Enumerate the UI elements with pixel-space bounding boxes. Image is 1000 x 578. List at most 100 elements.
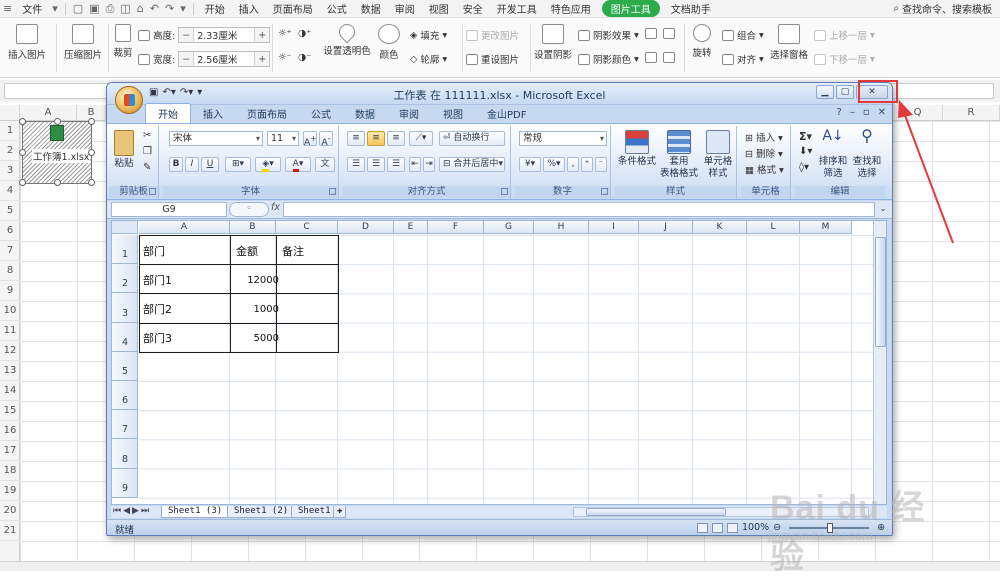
wps-row-header-18[interactable]: 18	[0, 461, 20, 481]
column-header-d[interactable]: D	[338, 221, 394, 234]
column-header-m[interactable]: M	[800, 221, 852, 234]
contrast-up-button[interactable]: ◑⁺	[298, 28, 311, 39]
decrease-decimal-button[interactable]: ⁻	[595, 157, 607, 172]
menu-page-layout[interactable]: 页面布局	[266, 1, 320, 16]
menu-review[interactable]: 审阅	[388, 1, 422, 16]
font-name-select[interactable]: 宋体	[169, 131, 263, 146]
sheet-tab-3[interactable]: Sheet1	[291, 506, 338, 518]
dialog-launcher-icon[interactable]	[329, 188, 336, 195]
brightness-down-button[interactable]: ☼⁻	[278, 52, 292, 63]
wps-row-header-3[interactable]: 3	[0, 161, 20, 181]
wps-row-header-19[interactable]: 19	[0, 481, 20, 501]
resize-handle[interactable]	[88, 149, 95, 156]
expand-formula-bar-icon[interactable]: ⌄	[877, 202, 889, 217]
resize-handle[interactable]	[54, 118, 61, 125]
clear-icon[interactable]: ◊▾	[799, 162, 809, 173]
excel-titlebar[interactable]: ▣ ↶▾ ↷▾ ▾ 工作表 在 111111.xlsx - Microsoft …	[107, 83, 892, 105]
workbook-close-icon[interactable]: ✕	[878, 107, 886, 118]
menu-picture-tools[interactable]: 图片工具	[601, 0, 660, 17]
column-header-b[interactable]: B	[230, 221, 276, 234]
outline-button[interactable]: ◇ 轮廓 ▾	[410, 52, 447, 67]
select-all-corner[interactable]	[112, 221, 138, 234]
format-as-table-button[interactable]: 套用 表格格式	[659, 130, 699, 180]
menu-data[interactable]: 数据	[354, 1, 388, 16]
wps-row-header-6[interactable]: 6	[0, 221, 20, 241]
cell-c1[interactable]: 备注	[282, 243, 304, 259]
name-box[interactable]: G9	[111, 202, 227, 217]
wps-row-header-12[interactable]: 12	[0, 341, 20, 361]
column-header-h[interactable]: H	[534, 221, 589, 234]
number-format-select[interactable]: 常规	[519, 131, 607, 146]
menu-special-apps[interactable]: 特色应用	[544, 1, 598, 16]
width-spinner[interactable]: − 2.56厘米 +	[178, 51, 271, 67]
align-right-button[interactable]: ☰	[387, 157, 405, 172]
align-center-button[interactable]: ☰	[367, 157, 385, 172]
currency-button[interactable]: ¥▾	[519, 157, 541, 172]
tab-insert[interactable]: 插入	[191, 104, 235, 123]
ribbon-restore-icon[interactable]: ▫	[863, 107, 870, 118]
wrap-text-button[interactable]: ⏎ 自动换行	[439, 131, 505, 146]
customize-icon[interactable]: ▾	[177, 2, 189, 15]
resize-handle[interactable]	[54, 179, 61, 186]
send-backward-button[interactable]: 下移一层 ▾	[814, 52, 875, 66]
tab-kingsoft-pdf[interactable]: 金山PDF	[475, 104, 538, 123]
conditional-format-button[interactable]: 条件格式	[617, 130, 657, 168]
menu-file[interactable]: 文件	[15, 1, 49, 16]
prev-sheet-icon[interactable]: ◀	[123, 506, 130, 516]
resize-handle[interactable]	[19, 118, 26, 125]
column-header-f[interactable]: F	[428, 221, 484, 234]
align-button[interactable]: 对齐 ▾	[722, 52, 764, 66]
menu-formula[interactable]: 公式	[320, 1, 354, 16]
compress-picture-button[interactable]: 压缩图片	[62, 24, 104, 61]
reset-size-icon[interactable]	[138, 53, 150, 65]
undo-icon[interactable]: ↶	[147, 2, 162, 15]
tab-formulas[interactable]: 公式	[299, 104, 343, 123]
row-header-2[interactable]: 2	[112, 264, 138, 294]
maximize-button[interactable]: ▢	[836, 85, 854, 99]
row-header-7[interactable]: 7	[112, 410, 138, 440]
italic-button[interactable]: I	[185, 157, 199, 172]
comma-style-button[interactable]: ,	[567, 157, 579, 172]
row-header-4[interactable]: 4	[112, 322, 138, 352]
height-spinner[interactable]: − 2.33厘米 +	[178, 27, 271, 43]
row-header-3[interactable]: 3	[112, 293, 138, 323]
vertical-scroll-thumb[interactable]	[875, 237, 886, 347]
cell-a3[interactable]: 部门2	[143, 301, 172, 317]
dialog-launcher-icon[interactable]	[501, 188, 508, 195]
selection-pane-button[interactable]: 选择窗格	[768, 24, 810, 61]
lock-ratio-icon[interactable]	[138, 29, 150, 41]
tab-review[interactable]: 审阅	[387, 104, 431, 123]
copy-icon[interactable]: ❐	[143, 146, 152, 157]
fill-down-icon[interactable]: ⬇▾	[799, 146, 812, 157]
sheet-tab-1[interactable]: Sheet1 (3)	[161, 506, 230, 518]
wps-column-a[interactable]: A	[20, 105, 77, 121]
wps-row-header-9[interactable]: 9	[0, 281, 20, 301]
bold-button[interactable]: B	[169, 157, 183, 172]
sheet-tab-2[interactable]: Sheet1 (2)	[227, 506, 296, 518]
font-size-select[interactable]: 11	[267, 131, 299, 146]
row-header-9[interactable]: 9	[112, 468, 138, 498]
increase-decimal-button[interactable]: ⁺	[581, 157, 593, 172]
phonetic-button[interactable]: 文	[315, 157, 335, 172]
row-header-8[interactable]: 8	[112, 439, 138, 469]
bring-forward-button[interactable]: 上移一层 ▾	[814, 28, 875, 42]
row-header-5[interactable]: 5	[112, 351, 138, 381]
embedded-workbook-object[interactable]: 工作簿1.xlsx	[19, 118, 95, 186]
menu-view[interactable]: 视图	[422, 1, 456, 16]
height-value[interactable]: 2.33厘米	[193, 28, 256, 42]
nudge-right-button[interactable]	[663, 52, 675, 63]
hamburger-menu-icon[interactable]: ≡	[0, 2, 15, 15]
cell-b1[interactable]: 金额	[236, 243, 258, 259]
resize-handle[interactable]	[88, 179, 95, 186]
wps-row-header-5[interactable]: 5	[0, 201, 20, 221]
decrease-height-button[interactable]: −	[179, 28, 194, 42]
new-doc-icon[interactable]: ▢	[70, 2, 86, 15]
set-shadow-button[interactable]: 设置阴影	[534, 24, 572, 61]
wps-row-header-7[interactable]: 7	[0, 241, 20, 261]
minimize-button[interactable]: ▁	[816, 85, 834, 99]
borders-button[interactable]: ⊞▾	[225, 157, 251, 172]
format-painter-icon[interactable]: ✎	[143, 162, 151, 173]
wps-row-header-16[interactable]: 16	[0, 421, 20, 441]
paste-button[interactable]: 粘贴	[113, 130, 135, 170]
wps-row-header-11[interactable]: 11	[0, 321, 20, 341]
